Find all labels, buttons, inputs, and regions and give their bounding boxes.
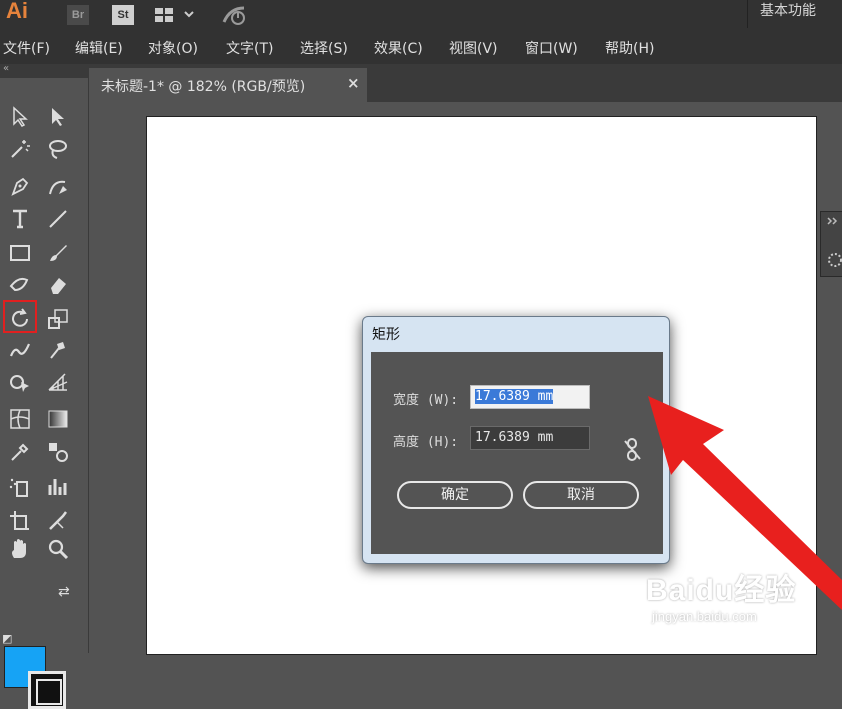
lasso-icon (49, 140, 67, 159)
width-input[interactable]: 17.6389 mm (470, 385, 590, 409)
hand-tool[interactable] (7, 536, 33, 562)
lasso-tool[interactable] (45, 136, 71, 162)
eyedropper-tool[interactable] (7, 439, 33, 465)
cancel-button[interactable]: 取消 (523, 481, 639, 509)
selection-icon (13, 106, 28, 127)
symbol-sprayer-tool[interactable] (7, 474, 33, 500)
blend-tool[interactable] (45, 439, 71, 465)
collapsed-panel-dock[interactable] (820, 211, 842, 277)
menu-select[interactable]: 选择(S) (300, 38, 348, 58)
rectangle-tool[interactable] (7, 240, 33, 266)
menu-object[interactable]: 对象(O) (148, 38, 198, 58)
symbol-sprayer-icon (9, 478, 28, 497)
height-input[interactable]: 17.6389 mm (470, 426, 590, 450)
artboard-icon (10, 511, 29, 530)
eraser-tool[interactable] (45, 272, 71, 298)
mesh-tool[interactable] (7, 406, 33, 432)
curvature-tool[interactable] (45, 174, 71, 200)
menu-view[interactable]: 视图(V) (449, 38, 498, 58)
menu-effect[interactable]: 效果(C) (374, 38, 423, 58)
line-tool[interactable] (45, 206, 71, 232)
shaper-tool[interactable] (7, 272, 33, 298)
rotate-tool[interactable] (7, 306, 33, 332)
warp-icon (9, 343, 31, 357)
artboard-tool[interactable] (7, 508, 33, 534)
shape-builder-icon (10, 375, 29, 392)
direct-selection-tool[interactable] (45, 104, 71, 130)
document-tab-bar: 未标题-1* @ 182% (RGB/预览) × (89, 64, 842, 102)
paintbrush-tool[interactable] (45, 240, 71, 266)
mesh-icon (10, 409, 30, 429)
height-label: 高度 (H): (393, 435, 459, 450)
gradient-tool[interactable] (45, 406, 71, 432)
puppet-warp-icon (50, 342, 65, 359)
eyedropper-icon (11, 443, 29, 461)
close-document-icon[interactable]: × (347, 74, 360, 92)
curvature-icon (49, 180, 67, 195)
watermark-url: jingyan.baidu.com (652, 609, 757, 624)
width-input-value: 17.6389 mm (475, 389, 554, 404)
default-colors-icon[interactable]: ◩ (2, 632, 12, 645)
menu-file[interactable]: 文件(F) (3, 38, 50, 58)
bridge-button[interactable]: Br (67, 5, 89, 25)
slice-tool[interactable] (45, 508, 71, 534)
type-icon (13, 209, 27, 229)
menu-type[interactable]: 文字(T) (226, 38, 273, 58)
menu-edit[interactable]: 编辑(E) (75, 38, 123, 58)
column-graph-tool[interactable] (45, 474, 71, 500)
dialog-title: 矩形 (372, 327, 400, 343)
pen-icon (11, 177, 29, 196)
stock-button[interactable]: St (112, 5, 134, 25)
zoom-icon (48, 539, 69, 560)
perspective-grid-tool[interactable] (45, 370, 71, 396)
stroke-color-swatch[interactable] (28, 671, 66, 709)
shape-builder-tool[interactable] (7, 370, 33, 396)
eraser-icon (51, 278, 66, 294)
menu-bar: 文件(F) 编辑(E) 对象(O) 文字(T) 选择(S) 效果(C) 视图(V… (0, 30, 842, 64)
tools-panel-header: « (0, 63, 88, 78)
perspective-grid-icon (48, 373, 68, 391)
document-tab-title: 未标题-1* @ 182% (RGB/预览) (101, 79, 306, 95)
height-input-value: 17.6389 mm (475, 430, 554, 445)
baidu-watermark: Baidu经验 jingyan.baidu.com (646, 565, 797, 624)
illustrator-logo: Ai (6, 0, 28, 23)
zoom-tool[interactable] (45, 536, 71, 562)
pen-tool[interactable] (7, 174, 33, 200)
dialog-body: 宽度 (W): 17.6389 mm 高度 (H): 17.6389 mm 确定… (371, 352, 663, 554)
magic-wand-tool[interactable] (7, 136, 33, 162)
magic-wand-icon (11, 140, 30, 158)
shaper-icon (9, 277, 29, 292)
width-label: 宽度 (W): (393, 393, 459, 408)
menu-window[interactable]: 窗口(W) (525, 38, 578, 58)
gpu-performance-icon[interactable] (220, 4, 250, 30)
scale-icon (48, 309, 68, 329)
rotate-icon (12, 308, 28, 327)
paintbrush-icon (50, 245, 67, 261)
warp-tool[interactable] (7, 338, 33, 364)
swap-colors-icon[interactable]: ⇄ (58, 584, 70, 600)
ok-button[interactable]: 确定 (397, 481, 513, 509)
direct-selection-icon (52, 108, 64, 126)
selection-tool[interactable] (7, 104, 33, 130)
hand-icon (12, 539, 26, 558)
gradient-icon (48, 410, 68, 428)
watermark-text: Baidu经验 (646, 574, 797, 607)
line-icon (49, 210, 67, 228)
scale-tool[interactable] (45, 306, 71, 332)
puppet-warp-tool[interactable] (45, 338, 71, 364)
workspace-switcher[interactable]: 基本功能 (747, 0, 842, 28)
blend-icon (49, 443, 68, 462)
menu-help[interactable]: 帮助(H) (605, 38, 654, 58)
constrain-proportions-icon[interactable] (623, 437, 643, 463)
rectangle-dialog: 矩形 宽度 (W): 17.6389 mm 高度 (H): 17.6389 mm… (362, 316, 670, 564)
slice-icon (49, 511, 67, 530)
collapse-icon[interactable]: « (3, 63, 9, 74)
type-tool[interactable] (7, 206, 33, 232)
rectangle-icon (10, 245, 30, 261)
document-tab[interactable]: 未标题-1* @ 182% (RGB/预览) × (89, 68, 367, 102)
tools-panel: « ⇄ ◩ (0, 63, 89, 709)
arrange-documents-icon[interactable] (155, 6, 197, 28)
app-bar: Ai Br St 基本功能 (0, 0, 842, 30)
column-graph-icon (48, 479, 67, 495)
